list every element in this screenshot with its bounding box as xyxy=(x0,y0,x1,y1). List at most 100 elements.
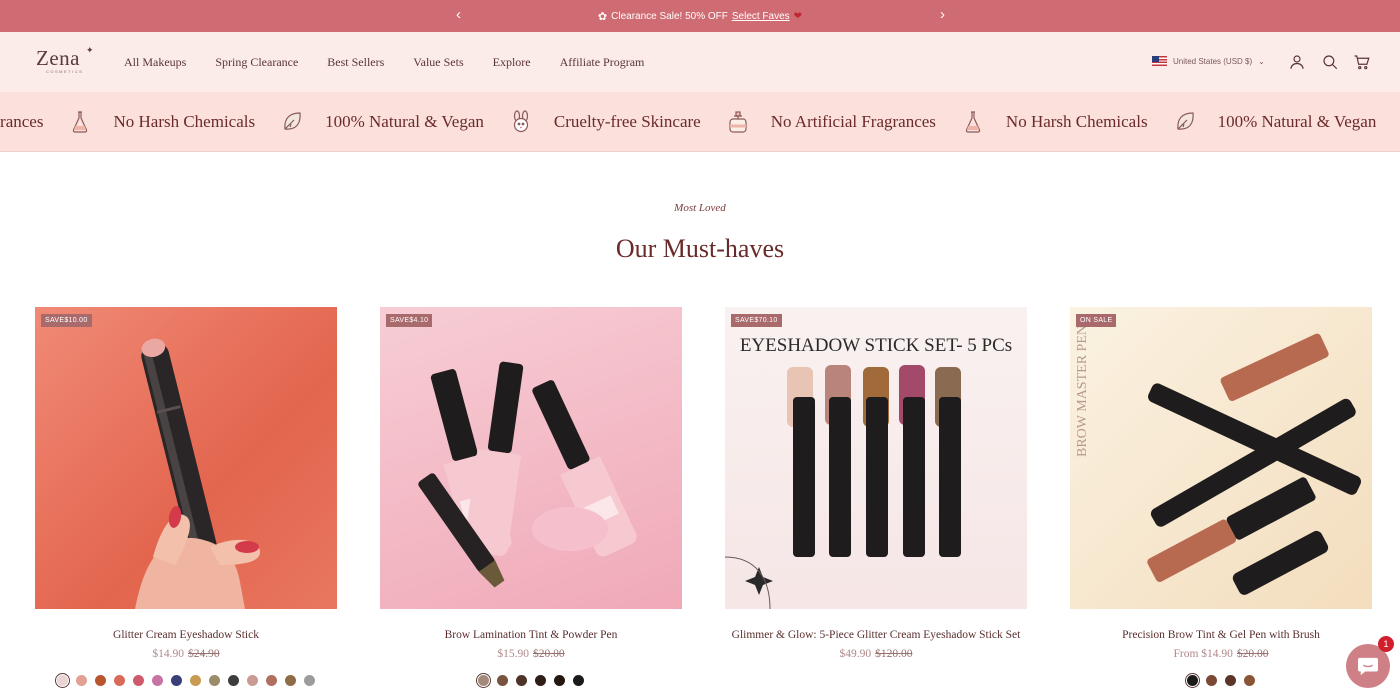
product-card[interactable]: BROW MASTER PEN ON SALE Precision Brow T… xyxy=(1070,307,1372,687)
marquee-item: 100% Natural & Vegan xyxy=(1217,112,1377,131)
compare-price: $20.00 xyxy=(533,648,565,660)
main-nav: All Makeups Spring Clearance Best Seller… xyxy=(124,55,673,70)
product-price: $14.90 $24.90 xyxy=(35,648,337,660)
select-faves-link[interactable]: Select Faves xyxy=(732,11,790,22)
marquee-item: No Artificial Fragrances xyxy=(770,112,936,131)
announcement-text: Clearance Sale! 50% OFF xyxy=(611,10,728,22)
chat-count-badge: 1 xyxy=(1378,636,1394,652)
image-side-text: BROW MASTER PEN xyxy=(1075,325,1090,457)
perfume-icon xyxy=(725,109,751,135)
search-icon[interactable] xyxy=(1321,53,1341,73)
us-flag-icon xyxy=(1152,56,1167,66)
marquee-item: 100% Natural & Vegan xyxy=(325,112,484,131)
color-swatch[interactable] xyxy=(572,674,585,687)
product-image[interactable]: EYESHADOW STICK SET- 5 PCs SAVE$70.10 xyxy=(725,307,1027,609)
site-header: Zena ✦ COSMETICS All Makeups Spring Clea… xyxy=(0,32,1400,92)
color-swatch[interactable] xyxy=(113,674,126,687)
product-card[interactable]: EYESHADOW STICK SET- 5 PCs SAVE$70.10 Gl… xyxy=(725,307,1027,674)
color-swatch[interactable] xyxy=(132,674,145,687)
product-card[interactable]: SAVE$4.10 Brow Lamination Tint & Powder … xyxy=(380,307,682,687)
color-swatch[interactable] xyxy=(496,674,509,687)
flask-icon xyxy=(960,109,986,135)
logo[interactable]: Zena ✦ COSMETICS xyxy=(36,45,96,77)
flower-icon: ✿ xyxy=(597,10,608,23)
sale-price: $15.90 xyxy=(497,648,529,660)
product-image[interactable]: SAVE$10.00 xyxy=(35,307,337,609)
color-swatch[interactable] xyxy=(208,674,221,687)
color-swatch[interactable] xyxy=(303,674,316,687)
leaf-icon xyxy=(1172,109,1198,135)
compare-price: $24.90 xyxy=(188,648,220,660)
product-price: $15.90 $20.00 xyxy=(380,648,682,660)
color-swatch[interactable] xyxy=(265,674,278,687)
nav-best-sellers[interactable]: Best Sellers xyxy=(327,55,384,70)
locale-selector[interactable]: United States (USD $) ⌄ xyxy=(1152,56,1265,66)
product-image[interactable]: SAVE$4.10 xyxy=(380,307,682,609)
color-swatches xyxy=(1070,674,1372,687)
color-swatch[interactable] xyxy=(189,674,202,687)
flask-icon xyxy=(67,109,93,135)
save-badge: SAVE$10.00 xyxy=(41,314,92,327)
product-name[interactable]: Precision Brow Tint & Gel Pen with Brush xyxy=(1070,626,1372,645)
nav-explore[interactable]: Explore xyxy=(493,55,531,70)
chevron-right-icon[interactable]: › xyxy=(940,6,945,23)
color-swatch[interactable] xyxy=(246,674,259,687)
product-name[interactable]: Glimmer & Glow: 5-Piece Glitter Cream Ey… xyxy=(725,626,1027,645)
sale-badge: ON SALE xyxy=(1076,314,1117,327)
image-headline: EYESHADOW STICK SET- 5 PCs xyxy=(740,335,1012,356)
color-swatch[interactable] xyxy=(170,674,183,687)
product-photo xyxy=(135,338,260,609)
chat-bubble-icon xyxy=(1358,657,1378,676)
color-swatch[interactable] xyxy=(151,674,164,687)
color-swatch[interactable] xyxy=(477,674,490,687)
color-swatch[interactable] xyxy=(227,674,240,687)
product-photo: BROW MASTER PEN xyxy=(1075,325,1362,595)
nav-affiliate-program[interactable]: Affiliate Program xyxy=(560,55,645,70)
product-name[interactable]: Glitter Cream Eyeshadow Stick xyxy=(35,626,337,645)
sparkle-icon: ✦ xyxy=(86,45,94,55)
sale-price: $49.90 xyxy=(839,648,872,660)
chevron-down-icon: ⌄ xyxy=(1258,56,1265,66)
account-icon[interactable] xyxy=(1288,53,1308,73)
announcement-bar: ‹ ✿ Clearance Sale! 50% OFF Select Faves… xyxy=(0,0,1400,32)
nav-all-makeups[interactable]: All Makeups xyxy=(124,55,186,70)
marquee-track: agrances No Harsh Chemicals 100% Natural… xyxy=(0,92,1377,151)
color-swatch[interactable] xyxy=(1243,674,1256,687)
marquee-item: Cruelty-free Skincare xyxy=(553,112,701,131)
compare-price: $120.00 xyxy=(875,648,913,660)
nav-value-sets[interactable]: Value Sets xyxy=(413,55,463,70)
product-name[interactable]: Brow Lamination Tint & Powder Pen xyxy=(380,626,682,645)
benefits-marquee: agrances No Harsh Chemicals 100% Natural… xyxy=(0,92,1400,152)
section-eyebrow: Most Loved xyxy=(674,202,726,214)
product-photo: EYESHADOW STICK SET- 5 PCs xyxy=(725,335,1012,609)
product-image[interactable]: BROW MASTER PEN ON SALE xyxy=(1070,307,1372,609)
color-swatch[interactable] xyxy=(534,674,547,687)
color-swatch[interactable] xyxy=(515,674,528,687)
color-swatch[interactable] xyxy=(1205,674,1218,687)
color-swatch[interactable] xyxy=(1224,674,1237,687)
product-price: From $14.90 $20.00 xyxy=(1070,648,1372,660)
color-swatch[interactable] xyxy=(94,674,107,687)
color-swatch[interactable] xyxy=(75,674,88,687)
nav-spring-clearance[interactable]: Spring Clearance xyxy=(215,55,298,70)
heart-icon: ❤ xyxy=(793,10,803,22)
locale-label: United States (USD $) xyxy=(1173,56,1253,66)
product-card[interactable]: SAVE$10.00 Glitter Cream Eyeshadow Stick… xyxy=(35,307,337,687)
product-price: $49.90 $120.00 xyxy=(725,648,1027,660)
color-swatch[interactable] xyxy=(553,674,566,687)
marquee-item: No Harsh Chemicals xyxy=(1005,112,1148,131)
logo-subtitle: COSMETICS xyxy=(46,69,84,74)
section-title: Our Must-haves xyxy=(615,234,785,263)
color-swatches xyxy=(35,674,337,687)
product-photo xyxy=(418,361,637,588)
marquee-item: agrances xyxy=(0,112,44,131)
chevron-left-icon[interactable]: ‹ xyxy=(456,6,461,23)
color-swatch[interactable] xyxy=(284,674,297,687)
cart-icon[interactable] xyxy=(1353,53,1373,73)
sale-price: $14.90 xyxy=(152,648,184,660)
color-swatch[interactable] xyxy=(1186,674,1199,687)
save-badge: SAVE$4.10 xyxy=(386,314,433,327)
color-swatch[interactable] xyxy=(56,674,69,687)
color-swatches xyxy=(380,674,682,687)
save-badge: SAVE$70.10 xyxy=(731,314,782,327)
